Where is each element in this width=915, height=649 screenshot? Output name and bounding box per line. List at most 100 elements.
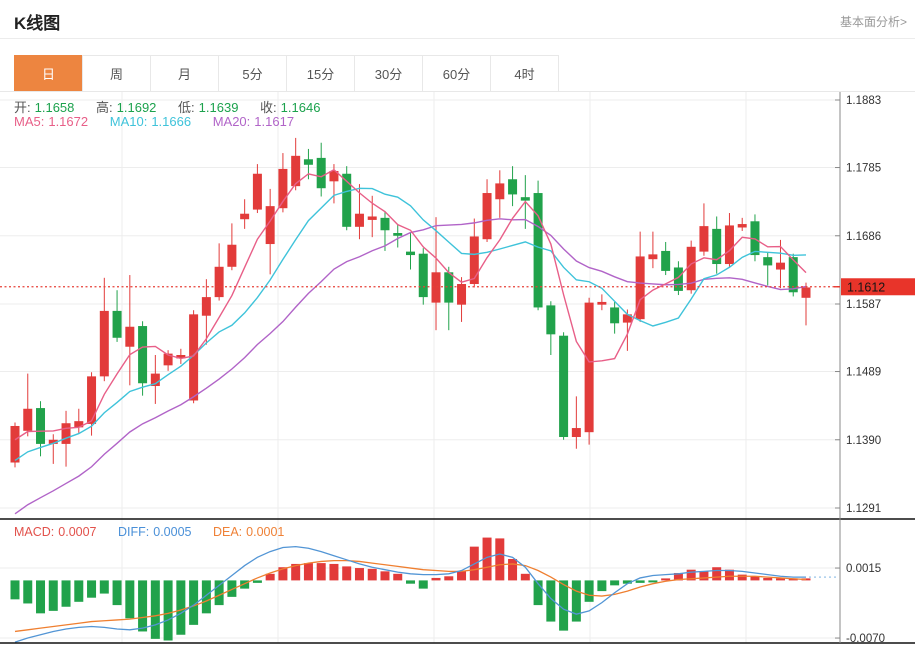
macd-bar [521, 574, 530, 581]
high-label: 高: [96, 100, 113, 115]
candlestick [559, 336, 568, 437]
macd-bar [648, 580, 657, 582]
ma10-line [15, 188, 806, 460]
tab-daily[interactable]: 日 [14, 55, 83, 92]
macd-bar [661, 578, 670, 580]
macd-bar [74, 580, 83, 601]
candlestick [597, 302, 606, 305]
chart-area[interactable]: 开:1.1658 高:1.1692 低:1.1639 收:1.1646 MA5:… [0, 92, 915, 649]
candlestick-macd-chart[interactable]: 1.18831.17851.16861.15871.14891.13901.12… [0, 92, 915, 649]
candlestick [725, 225, 734, 264]
ma-readout: MA5:1.1672 MA10:1.1666 MA20:1.1617 [14, 114, 298, 129]
tab-monthly[interactable]: 月 [150, 55, 219, 92]
macd-bar [738, 575, 747, 581]
candlestick [763, 257, 772, 265]
macd-bar [62, 580, 71, 606]
price-axis-label: 1.1587 [846, 299, 881, 311]
candlestick [572, 428, 581, 437]
price-axis-label: 1.1489 [846, 367, 881, 379]
price-axis-label: 1.1390 [846, 435, 881, 447]
timeframe-tabs: 日周月5分15分30分60分4时 [14, 55, 559, 92]
macd-bar [329, 564, 338, 580]
ma10-label: MA10: [110, 114, 148, 129]
candlestick [393, 233, 402, 236]
candlestick [406, 252, 415, 255]
macd-bar [432, 578, 441, 580]
tab-30min[interactable]: 30分 [354, 55, 423, 92]
dea-value: 0.0001 [246, 525, 284, 539]
close-value: 1.1646 [281, 100, 321, 115]
macd-bar [11, 580, 20, 599]
macd-bar [176, 580, 185, 634]
candlestick [138, 326, 147, 383]
macd-bar [23, 580, 32, 603]
candlestick [776, 263, 785, 270]
candlestick [546, 305, 555, 334]
macd-bar [699, 571, 708, 580]
candlestick [534, 193, 543, 307]
tab-4hour[interactable]: 4时 [490, 55, 559, 92]
candlestick [253, 174, 262, 210]
low-value: 1.1639 [199, 100, 239, 115]
high-value: 1.1692 [117, 100, 157, 115]
macd-value: 0.0007 [58, 525, 96, 539]
macd-bar [355, 568, 364, 580]
macd-bar [763, 578, 772, 580]
macd-bar [125, 580, 134, 618]
candlestick [62, 423, 71, 444]
candlestick [304, 159, 313, 165]
candlestick [113, 311, 122, 338]
candlestick [585, 303, 594, 433]
candlestick [521, 197, 530, 200]
candlestick [240, 214, 249, 220]
macd-bar [36, 580, 45, 613]
close-label: 收: [260, 100, 277, 115]
diff-label: DIFF: [118, 525, 149, 539]
header-divider [0, 38, 915, 39]
macd-bar [585, 580, 594, 601]
macd-bar [572, 580, 581, 621]
candlestick [202, 297, 211, 316]
candlestick [432, 272, 441, 302]
macd-axis-label: -0.0070 [846, 633, 885, 645]
tab-60min[interactable]: 60分 [422, 55, 491, 92]
kline-widget: K线图 基本面分析> 日周月5分15分30分60分4时 开:1.1658 高:1… [0, 0, 915, 649]
macd-bar [610, 580, 619, 585]
ma20-label: MA20: [213, 114, 251, 129]
tab-5min[interactable]: 5分 [218, 55, 287, 92]
macd-readout: MACD: 0.0007 DIFF: 0.0005 DEA: 0.0001 [14, 525, 288, 539]
macd-bar [215, 580, 224, 605]
candlestick [227, 245, 236, 267]
dea-label: DEA: [213, 525, 242, 539]
fundamental-analysis-link[interactable]: 基本面分析> [840, 13, 907, 30]
macd-bar [304, 563, 313, 580]
candlestick [100, 311, 109, 376]
candlestick [36, 408, 45, 444]
candlestick [610, 307, 619, 323]
tab-weekly[interactable]: 周 [82, 55, 151, 92]
macd-bar [49, 580, 58, 610]
candlestick [125, 327, 134, 347]
tab-15min[interactable]: 15分 [286, 55, 355, 92]
price-axis-label: 1.1785 [846, 163, 881, 175]
macd-bar [636, 580, 645, 582]
macd-bar [342, 566, 351, 580]
candlestick [368, 216, 377, 219]
low-label: 低: [178, 100, 195, 115]
open-value: 1.1658 [35, 100, 75, 115]
candlestick [87, 376, 96, 424]
macd-bar [444, 576, 453, 580]
candlestick [215, 267, 224, 297]
macd-label: MACD: [14, 525, 54, 539]
candlestick [444, 272, 453, 302]
page-title: K线图 [14, 9, 60, 34]
macd-bar [419, 580, 428, 588]
macd-bar [495, 538, 504, 580]
diff-value: 0.0005 [153, 525, 191, 539]
ma5-label: MA5: [14, 114, 44, 129]
macd-bar [406, 580, 415, 583]
macd-bar [457, 571, 466, 580]
current-price-tag-text: 1.1612 [847, 280, 885, 294]
price-axis-label: 1.1686 [846, 231, 881, 243]
macd-bar [151, 580, 160, 638]
